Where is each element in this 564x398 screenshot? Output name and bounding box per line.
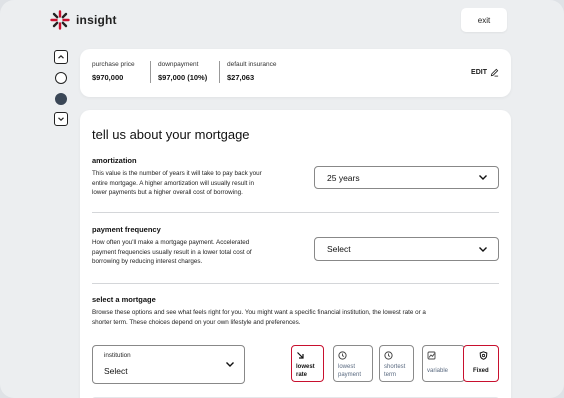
filter-label: lowest payment xyxy=(338,363,361,379)
institution-label: institution xyxy=(104,352,131,359)
filter-fixed[interactable]: Fixed xyxy=(463,345,499,382)
filter-label-line: Fixed xyxy=(473,368,489,374)
payment-frequency-select[interactable]: Select xyxy=(314,237,499,261)
payment-frequency-description: How often you'll make a mortgage payment… xyxy=(92,238,252,267)
amortization-title: amortization xyxy=(92,156,137,165)
section-divider xyxy=(92,212,499,213)
pencil-icon xyxy=(490,68,499,77)
select-mortgage-title: select a mortgage xyxy=(92,295,156,304)
summary-value: $97,000 (10%) xyxy=(158,73,208,82)
desc-line: shorter term. These choices depend on yo… xyxy=(92,318,301,326)
summary-value: $970,000 xyxy=(92,73,124,82)
summary-divider xyxy=(150,61,151,83)
clock-icon xyxy=(384,351,393,360)
payment-frequency-title: payment frequency xyxy=(92,225,161,234)
summary-card: purchase price $970,000 downpayment $97,… xyxy=(80,49,511,97)
desc-line: Browse these options and see what feels … xyxy=(92,309,426,316)
edit-label: EDIT xyxy=(471,69,487,76)
logo-icon xyxy=(50,10,70,30)
step-up-button[interactable] xyxy=(54,50,68,64)
arrow-down-right-icon xyxy=(297,352,304,359)
filter-label: Fixed xyxy=(473,367,489,375)
filter-lowest-payment[interactable]: lowest payment xyxy=(333,345,373,382)
filter-label-line: rate xyxy=(296,372,308,378)
app-window: insight exit purchase price $970,000 dow… xyxy=(0,0,564,398)
summary-divider xyxy=(219,61,220,83)
step-down-button[interactable] xyxy=(54,112,68,126)
exit-button[interactable]: exit xyxy=(461,8,507,32)
amortization-description: This value is the number of years it wil… xyxy=(92,169,262,198)
summary-downpayment: downpayment $97,000 (10%) xyxy=(158,61,207,82)
desc-line: How often you'll make a mortgage payment… xyxy=(92,239,250,246)
institution-value: Select xyxy=(104,366,128,376)
summary-label: downpayment xyxy=(158,61,199,68)
logo[interactable]: insight xyxy=(50,10,117,30)
shield-icon xyxy=(479,351,488,360)
filter-label: variable xyxy=(427,367,448,375)
desc-line: borrowing by reducing interest charges. xyxy=(92,258,203,266)
filter-label-line: shortest xyxy=(384,364,406,370)
desc-line: payment frequencies usually result in a … xyxy=(92,248,252,256)
filter-label: shortest term xyxy=(384,363,405,379)
summary-purchase-price: purchase price $970,000 xyxy=(92,61,135,82)
filter-variable[interactable]: variable xyxy=(422,345,465,382)
payment-frequency-select-value: Select xyxy=(327,244,351,254)
filter-lowest-rate[interactable]: lowest rate xyxy=(291,345,324,382)
step-indicator-2[interactable] xyxy=(55,93,67,105)
logo-text: insight xyxy=(76,13,117,27)
chevron-down-icon xyxy=(226,362,234,367)
filter-label-line: variable xyxy=(427,368,449,374)
select-mortgage-description: Browse these options and see what feels … xyxy=(92,308,426,327)
filter-label-line: lowest xyxy=(338,364,356,370)
filter-shortest-term[interactable]: shortest term xyxy=(379,345,414,382)
filter-label-line: lowest xyxy=(296,364,315,370)
section-divider xyxy=(92,283,499,284)
desc-line: entire mortgage. A higher amortization w… xyxy=(92,179,255,187)
institution-select[interactable]: institution Select xyxy=(92,345,245,384)
filter-label-line: payment xyxy=(338,372,362,378)
chevron-down-icon xyxy=(479,175,487,180)
clock-icon xyxy=(338,351,347,360)
summary-label: purchase price xyxy=(92,61,135,68)
chart-icon xyxy=(427,351,436,360)
page-title: tell us about your mortgage xyxy=(92,127,250,142)
summary-default-insurance: default insurance $27,063 xyxy=(227,61,277,82)
filter-label: lowest rate xyxy=(296,363,315,379)
mortgage-form-card: tell us about your mortgage amortization… xyxy=(80,110,511,398)
step-indicator-1[interactable] xyxy=(55,72,67,84)
amortization-select-value: 25 years xyxy=(327,172,360,183)
desc-line: lower payments but a higher overall cost… xyxy=(92,189,243,197)
chevron-down-icon xyxy=(58,117,64,122)
amortization-select[interactable]: 25 years xyxy=(314,166,499,189)
chevron-up-icon xyxy=(58,54,64,59)
edit-button[interactable]: EDIT xyxy=(471,68,499,77)
desc-line: This value is the number of years it wil… xyxy=(92,170,262,177)
filter-label-line: term xyxy=(384,372,396,378)
summary-label: default insurance xyxy=(227,61,277,68)
summary-value: $27,063 xyxy=(227,73,255,82)
chevron-down-icon xyxy=(479,246,487,252)
